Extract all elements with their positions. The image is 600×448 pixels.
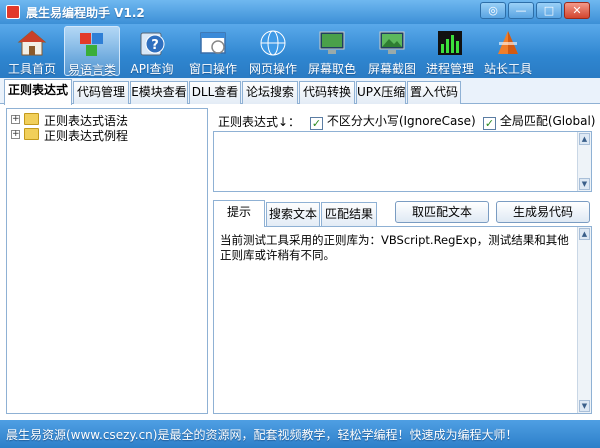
scroll-up-icon[interactable]: ▲ [579,133,590,145]
tip-panel[interactable]: 当前测试工具采用的正则库为：VBScript.RegExp，测试结果和其他正则库… [213,226,592,414]
status-bar: 晨生易资源(www.csezy.cn)是最全的资源网，配套视频教学，轻松学编程！… [0,420,600,448]
tool-webmaster[interactable]: 站长工具 [480,26,536,76]
minimize-button[interactable]: — [508,2,534,19]
check-icon: ✓ [310,117,323,130]
tool-web[interactable]: 网页操作 [245,26,301,76]
skin-button[interactable]: ◎ [480,2,506,19]
tab-upx[interactable]: UPX压缩 [356,81,406,104]
maximize-button[interactable]: □ [536,2,562,19]
global-match-checkbox[interactable]: ✓ 全局匹配(Global) [483,112,595,130]
match-text-button[interactable]: 取匹配文本 [395,201,489,223]
expand-icon[interactable]: + [11,115,20,124]
regex-input[interactable]: ▲ ▼ [213,131,592,192]
tab-code-manage[interactable]: 代码管理 [73,81,129,104]
main-tabstrip: 正则表达式 代码管理 E模块查看 DLL查看 论坛搜索 代码转换 UPX压缩 置… [0,78,600,105]
app-logo-icon [6,5,20,19]
tab-forum-search[interactable]: 论坛搜索 [242,81,298,104]
generate-code-button[interactable]: 生成易代码 [496,201,590,223]
main-toolbar: 工具首页 易语言类 ? API查询 窗口操作 网页操作 屏幕取色 屏幕截图 进程… [0,24,600,78]
tab-regex[interactable]: 正则表达式 [4,79,72,105]
regex-label: 正则表达式↓： [218,115,301,129]
screenshot-icon [379,31,405,54]
tab-emodule[interactable]: E模块查看 [130,81,188,104]
window-icon [200,32,226,54]
expand-icon[interactable]: + [11,130,20,139]
status-text: 晨生易资源(www.csezy.cn)是最全的资源网，配套视频教学，轻松学编程！… [6,428,518,442]
tab-dll[interactable]: DLL查看 [189,81,241,104]
home-icon [17,30,47,56]
title-bar: 晨生易编程助手 V1.2 ◎ — □ ✕ [0,0,600,24]
tool-process[interactable]: 进程管理 [422,26,478,76]
globe-icon [260,30,286,56]
check-icon: ✓ [483,117,496,130]
tab-match-result[interactable]: 匹配结果 [321,202,377,226]
window-title: 晨生易编程助手 V1.2 [26,6,145,20]
tab-search-text[interactable]: 搜索文本 [266,202,320,226]
ignore-case-checkbox[interactable]: ✓ 不区分大小写(IgnoreCase) [310,112,476,130]
tool-window[interactable]: 窗口操作 [185,26,241,76]
scroll-down-icon[interactable]: ▼ [579,178,590,190]
svg-text:?: ? [151,38,159,53]
regex-tree: + 正则表达式语法 + 正则表达式例程 [6,108,208,414]
help-icon: ? [140,32,165,56]
scroll-up-icon[interactable]: ▲ [579,228,590,240]
tool-home[interactable]: 工具首页 [4,26,60,76]
monitor-icon [319,31,345,54]
scroll-down-icon[interactable]: ▼ [579,400,590,412]
tip-scrollbar[interactable]: ▲ ▼ [577,227,591,413]
tab-tip[interactable]: 提示 [213,200,265,227]
tip-text: 当前测试工具采用的正则库为：VBScript.RegExp，测试结果和其他正则库… [220,233,569,262]
tool-api[interactable]: ? API查询 [124,26,180,76]
chart-icon [438,31,462,55]
tool-color[interactable]: 屏幕取色 [304,26,360,76]
folder-icon [24,128,39,140]
cone-icon [498,31,518,54]
blocks-icon [80,33,103,56]
tool-screenshot[interactable]: 屏幕截图 [364,26,420,76]
tab-insert-code[interactable]: 置入代码 [407,81,461,104]
regex-scrollbar[interactable]: ▲ ▼ [577,132,591,191]
folder-icon [24,113,39,125]
close-button[interactable]: ✕ [564,2,590,19]
tab-code-convert[interactable]: 代码转换 [299,81,355,104]
tool-elang[interactable]: 易语言类 [64,26,120,77]
